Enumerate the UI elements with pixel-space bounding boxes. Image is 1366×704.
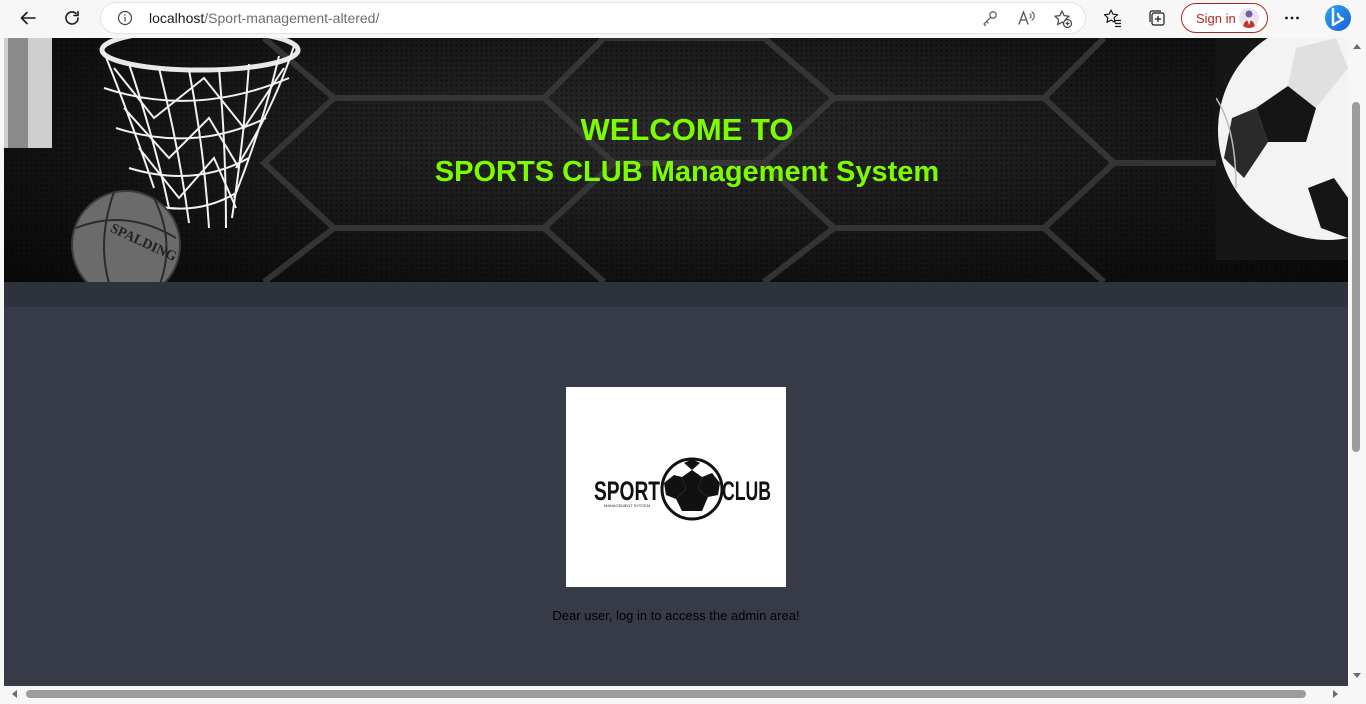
logo-word-left: SPORT bbox=[594, 476, 660, 506]
logo-tagline: MANAGEMENT SYSTEM bbox=[604, 503, 650, 508]
sign-in-button[interactable]: Sign in bbox=[1181, 3, 1268, 33]
browser-toolbar: localhost/Sport-management-altered/ Sign… bbox=[0, 0, 1366, 36]
vertical-scroll-thumb[interactable] bbox=[1352, 102, 1360, 452]
read-aloud-icon[interactable] bbox=[1017, 9, 1037, 32]
horizontal-scrollbar[interactable] bbox=[4, 686, 1348, 702]
url-host: localhost bbox=[149, 10, 205, 26]
refresh-icon[interactable] bbox=[58, 4, 86, 32]
url-path: /Sport-management-altered/ bbox=[204, 10, 380, 26]
vertical-scrollbar[interactable] bbox=[1348, 38, 1366, 686]
system-title: SPORTS CLUB Management System bbox=[434, 156, 940, 188]
horizontal-scroll-thumb[interactable] bbox=[26, 690, 1306, 698]
sign-in-label: Sign in bbox=[1196, 11, 1236, 26]
welcome-heading: WELCOME TO bbox=[580, 112, 794, 147]
back-icon[interactable] bbox=[14, 4, 42, 32]
more-icon[interactable] bbox=[1278, 4, 1306, 32]
key-icon[interactable] bbox=[981, 9, 999, 32]
avatar bbox=[1239, 8, 1259, 28]
sport-club-logo: SPORT CLUB MANAGEMENT SYSTEM bbox=[566, 387, 786, 587]
logo-graphic: SPORT CLUB MANAGEMENT SYSTEM bbox=[594, 457, 771, 521]
page-viewport: SPALDING WELCOME TO SPORTS CLUB Manageme… bbox=[4, 38, 1348, 686]
header-banner: SPALDING WELCOME TO SPORTS CLUB Manageme… bbox=[4, 38, 1348, 282]
add-favorite-icon[interactable] bbox=[1053, 9, 1073, 34]
login-message: Dear user, log in to access the admin ar… bbox=[552, 608, 800, 623]
scroll-right-icon[interactable] bbox=[1332, 689, 1340, 699]
url-text: localhost/Sport-management-altered/ bbox=[149, 10, 379, 26]
address-bar[interactable]: localhost/Sport-management-altered/ bbox=[101, 3, 1085, 33]
site-info-icon[interactable] bbox=[117, 10, 133, 31]
soccer-ball-icon bbox=[660, 457, 724, 521]
header-strip bbox=[4, 282, 1348, 307]
scroll-down-icon[interactable] bbox=[1352, 672, 1362, 680]
bing-icon[interactable] bbox=[1322, 2, 1354, 34]
scroll-left-icon[interactable] bbox=[10, 689, 18, 699]
collections-icon[interactable] bbox=[1143, 4, 1171, 32]
favorites-icon[interactable] bbox=[1099, 4, 1127, 32]
scroll-up-icon[interactable] bbox=[1352, 42, 1362, 50]
soccer-ball-image bbox=[1216, 38, 1348, 260]
logo-word-right: CLUB bbox=[722, 476, 771, 506]
